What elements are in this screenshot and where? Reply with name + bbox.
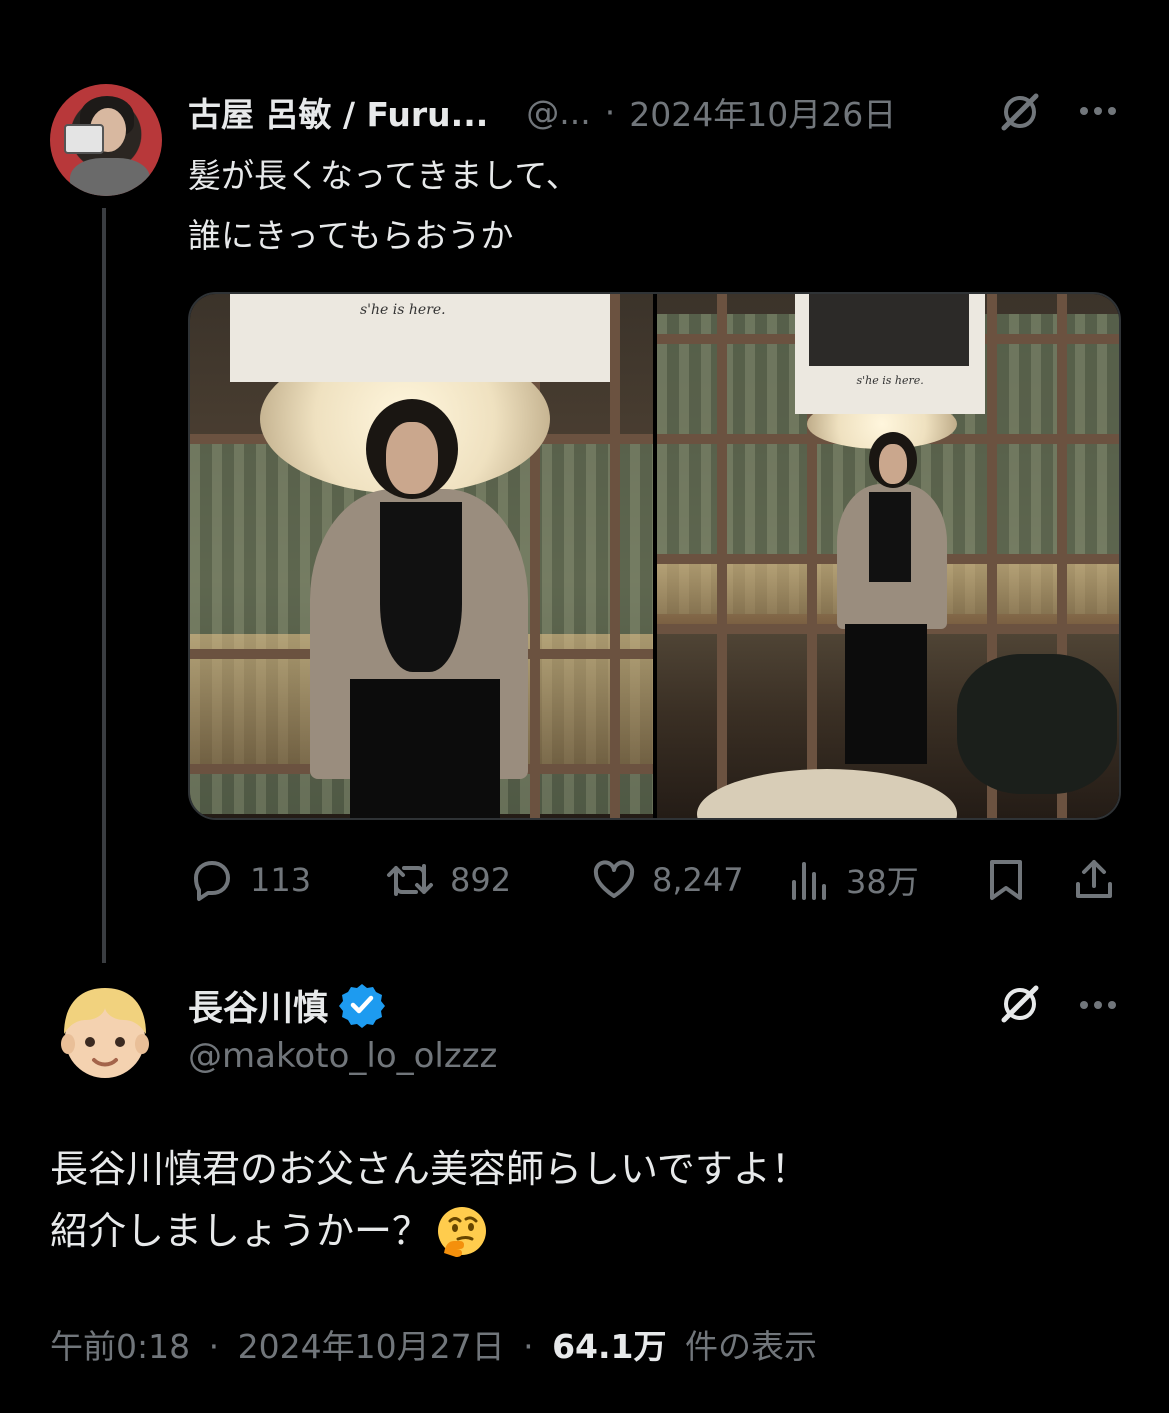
bookmark-button[interactable]	[984, 856, 1028, 904]
grok-icon[interactable]	[996, 88, 1044, 136]
reply-grok-icon[interactable]	[996, 980, 1044, 1028]
views-button[interactable]: 38万	[788, 856, 919, 904]
tweet-media-grid: s'he is here. s'he is here.	[188, 292, 1121, 820]
reply-views-count: 64.1万	[552, 1327, 667, 1366]
thread-connector-line	[102, 208, 106, 963]
reply-tweet-text: 長谷川慎君のお父さん美容師らしいですよ！ 紹介しましょうかー？	[50, 1138, 809, 1262]
like-button[interactable]: 8,247	[590, 856, 744, 904]
thinking-face-icon	[438, 1207, 487, 1257]
view-count: 38万	[846, 863, 919, 901]
photo-2-poster-text: s'he is here.	[856, 374, 924, 387]
parent-text-line-1: 髪が長くなってきまして、	[188, 156, 579, 195]
reply-date[interactable]: 2024年10月27日	[238, 1327, 505, 1366]
tweet-photo-1[interactable]: s'he is here.	[190, 294, 653, 818]
parent-author-handle[interactable]: @...	[526, 93, 590, 132]
reply-footer: 午前0:18 · 2024年10月27日 · 64.1万 件の表示	[50, 1320, 817, 1368]
heart-icon	[593, 860, 635, 898]
footer-separator-1: ·	[208, 1327, 220, 1366]
parent-tweet-text: 髪が長くなってきまして、 誰にきってもらおうか	[188, 146, 579, 266]
reply-text-line-2: 紹介しましょうかー？	[50, 1209, 431, 1253]
reply-more-icon[interactable]	[1076, 990, 1120, 1020]
retweet-count: 892	[450, 861, 512, 899]
reply-header: 長谷川慎	[188, 980, 386, 1030]
parent-tweet-actions: 113 892 8,247 38万	[188, 856, 1118, 912]
reply-time[interactable]: 午前0:18	[50, 1327, 190, 1366]
reply-author-name[interactable]: 長谷川慎	[188, 980, 328, 1031]
bookmark-icon	[990, 860, 1022, 900]
reply-button[interactable]: 113	[188, 856, 311, 904]
views-icon	[792, 862, 826, 900]
photo-1-poster-text: s'he is here.	[360, 302, 446, 318]
parent-tweet-date[interactable]: 2024年10月26日	[629, 88, 896, 136]
like-count: 8,247	[652, 861, 744, 899]
footer-separator-2: ·	[523, 1327, 534, 1366]
reply-views-label: 件の表示	[685, 1327, 817, 1366]
reply-icon	[194, 861, 230, 901]
retweet-icon	[387, 864, 433, 896]
reply-text-line-2-wrap: 紹介しましょうかー？	[50, 1200, 809, 1262]
verified-badge-icon	[339, 984, 386, 1028]
parent-author-name[interactable]: 古屋 呂敏 / Furu...	[188, 88, 488, 136]
reply-count: 113	[250, 861, 312, 899]
parent-author-avatar[interactable]	[50, 84, 162, 196]
parent-text-line-2: 誰にきってもらおうか	[188, 216, 514, 255]
reply-author-avatar[interactable]	[50, 978, 160, 1088]
share-icon	[1076, 860, 1112, 898]
tweet-photo-2[interactable]: s'he is here.	[656, 294, 1119, 818]
share-button[interactable]	[1072, 856, 1116, 904]
more-icon[interactable]	[1076, 96, 1120, 126]
retweet-button[interactable]: 892	[384, 856, 511, 904]
parent-tweet-header: 古屋 呂敏 / Furu... @... · 2024年10月26日	[188, 88, 896, 136]
header-separator: ·	[604, 92, 616, 132]
reply-text-line-1: 長谷川慎君のお父さん美容師らしいですよ！	[50, 1147, 809, 1191]
reply-author-handle[interactable]: @makoto_lo_olzzz	[188, 1036, 497, 1076]
